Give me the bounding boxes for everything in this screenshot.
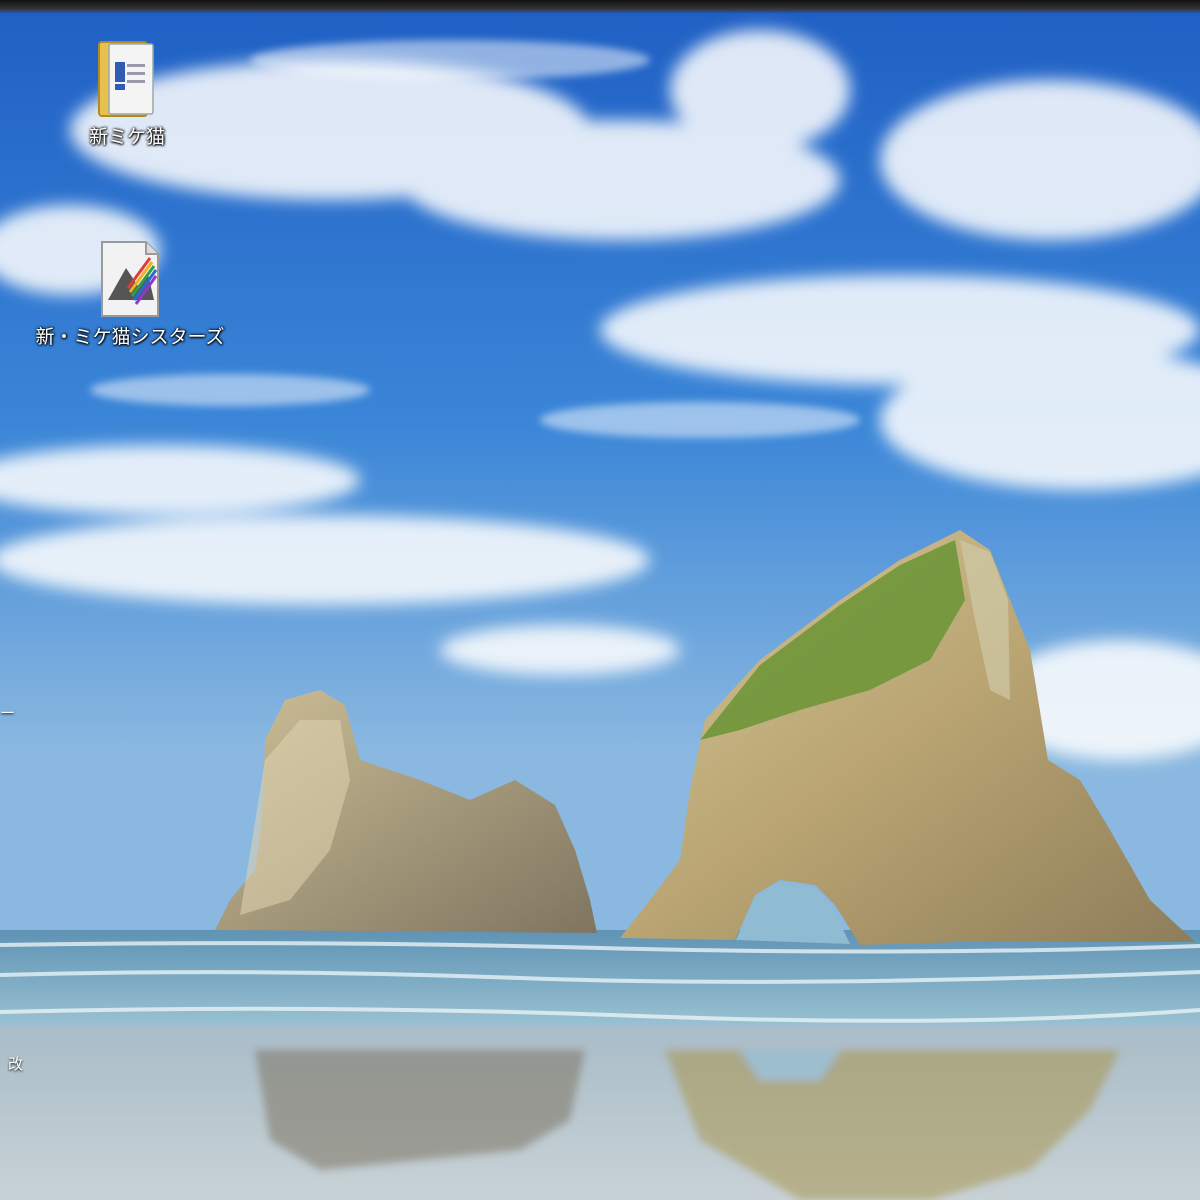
partial-icon-label[interactable]: 改 bbox=[8, 1053, 23, 1074]
desktop-icon-shin-mikeneko-sisters[interactable]: 新・ミケ猫シスターズ bbox=[30, 232, 230, 348]
document-graph-icon bbox=[95, 232, 165, 320]
folder-icon bbox=[92, 30, 162, 120]
desktop[interactable]: 新ミケ猫 新・ミケ猫シスターズ ー 改 bbox=[0, 0, 1200, 1200]
desktop-icon-shin-mikeneko[interactable]: 新ミケ猫 bbox=[72, 30, 182, 148]
desktop-icon-label: 新・ミケ猫シスターズ bbox=[35, 326, 225, 348]
partial-icon-label[interactable]: ー bbox=[0, 702, 15, 723]
monitor-bezel bbox=[0, 0, 1200, 14]
wallpaper-background bbox=[0, 0, 1200, 1200]
desktop-icon-label: 新ミケ猫 bbox=[88, 126, 165, 148]
